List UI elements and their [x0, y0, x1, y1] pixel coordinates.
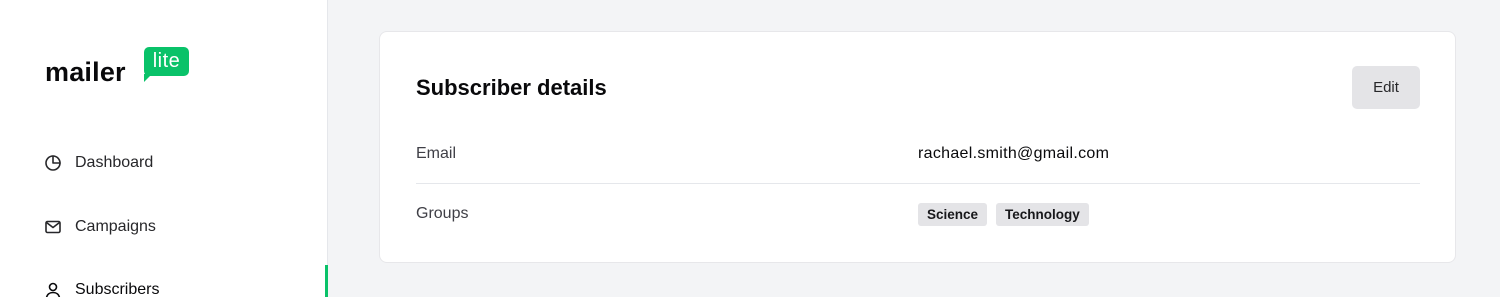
- sidebar: mailer lite Dashboard Campaigns Subscrib…: [0, 0, 328, 297]
- subscriber-details-card: Subscriber details Edit Email rachael.sm…: [379, 31, 1456, 263]
- dashboard-pie-icon: [44, 154, 62, 172]
- logo-badge: lite: [144, 47, 189, 76]
- active-nav-indicator: [325, 265, 328, 297]
- detail-row-groups: Groups Science Technology: [416, 184, 1420, 244]
- group-tag[interactable]: Technology: [996, 202, 1089, 226]
- envelope-icon: [44, 218, 62, 236]
- logo-wordmark: mailer: [45, 57, 126, 87]
- email-value: rachael.smith@gmail.com: [918, 145, 1110, 162]
- group-tags: Science Technology: [918, 184, 1089, 244]
- sidebar-item-label: Subscribers: [75, 281, 160, 297]
- sidebar-item-label: Dashboard: [75, 154, 154, 171]
- row-label: Groups: [416, 205, 469, 222]
- edit-button[interactable]: Edit: [1352, 66, 1420, 109]
- card-title: Subscriber details: [416, 75, 607, 100]
- app-root: mailer lite Dashboard Campaigns Subscrib…: [0, 0, 1500, 297]
- user-icon: [44, 281, 62, 297]
- detail-row-email: Email rachael.smith@gmail.com: [416, 124, 1420, 184]
- group-tag[interactable]: Science: [918, 202, 988, 226]
- sidebar-item-dashboard[interactable]: Dashboard: [44, 151, 153, 175]
- sidebar-item-campaigns[interactable]: Campaigns: [44, 215, 156, 239]
- sidebar-item-label: Campaigns: [75, 218, 156, 235]
- sidebar-item-subscribers[interactable]: Subscribers: [44, 278, 159, 297]
- row-label: Email: [416, 145, 457, 162]
- logo-badge-tail: [144, 74, 152, 82]
